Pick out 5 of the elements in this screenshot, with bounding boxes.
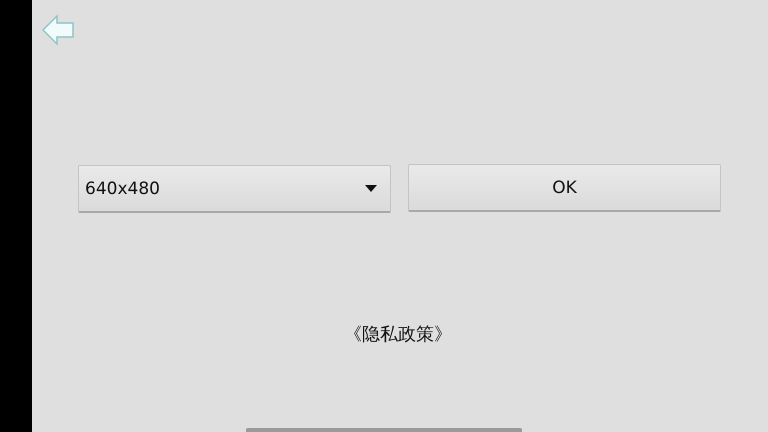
privacy-policy-link[interactable]: 《隐私政策》 [344, 322, 452, 346]
ok-button[interactable]: OK [408, 164, 721, 212]
resolution-dropdown[interactable]: 640x480 [78, 165, 391, 213]
caret-icon [365, 185, 377, 192]
back-arrow-icon[interactable] [42, 14, 75, 46]
